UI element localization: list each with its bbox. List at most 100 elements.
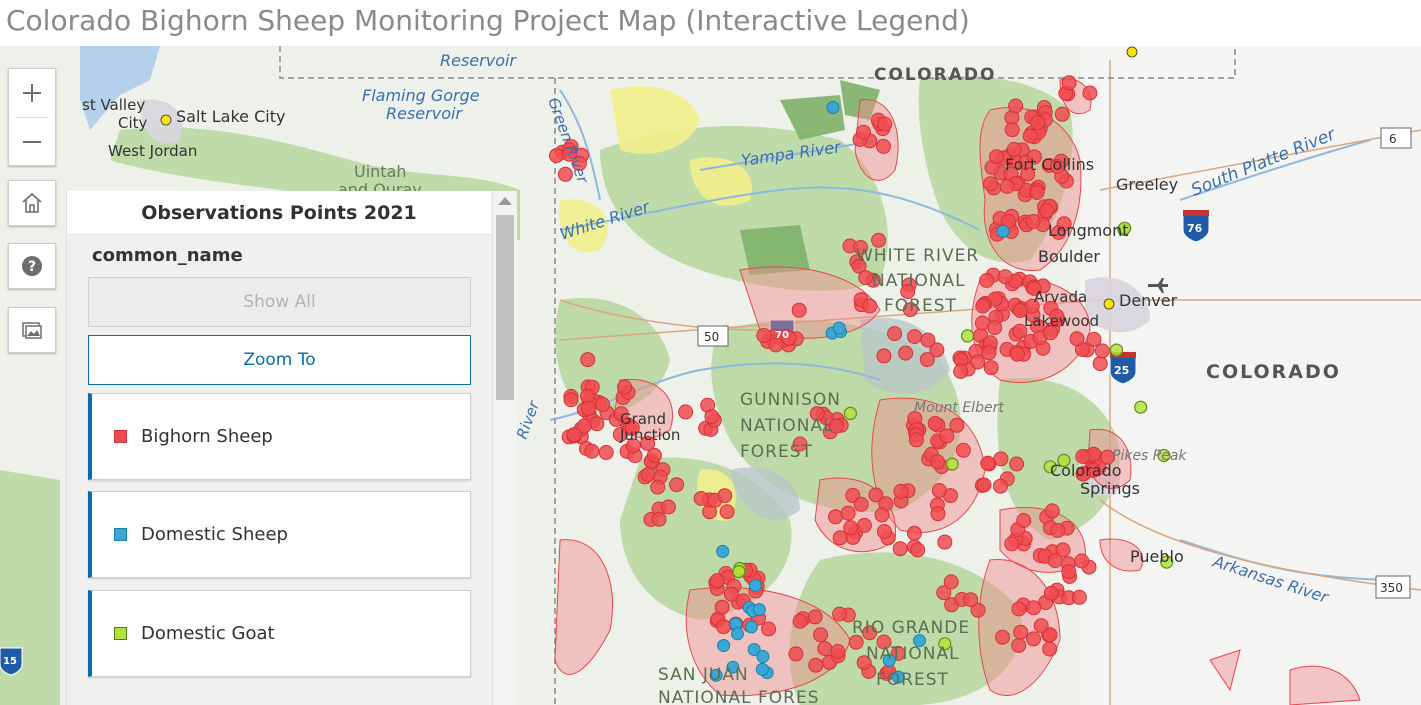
observation-point[interactable] xyxy=(1011,601,1027,617)
observation-point[interactable] xyxy=(949,417,965,433)
observation-point[interactable] xyxy=(898,345,914,361)
observation-point[interactable] xyxy=(1039,203,1055,219)
observation-point[interactable] xyxy=(908,432,924,448)
observation-point[interactable] xyxy=(876,524,892,539)
observation-point[interactable] xyxy=(589,416,605,432)
observation-point[interactable] xyxy=(807,609,823,625)
zoom-out-button[interactable] xyxy=(9,118,55,166)
observation-point[interactable] xyxy=(791,302,807,318)
observation-point[interactable] xyxy=(943,574,959,590)
observation-point[interactable] xyxy=(983,176,999,192)
observation-point[interactable] xyxy=(761,621,777,637)
observation-point[interactable] xyxy=(1094,343,1110,359)
observation-point[interactable] xyxy=(996,224,1010,238)
observation-point[interactable] xyxy=(1054,106,1070,122)
observation-point[interactable] xyxy=(970,354,986,370)
observation-point[interactable] xyxy=(893,483,909,499)
observation-point[interactable] xyxy=(931,483,947,498)
observation-point[interactable] xyxy=(876,348,892,364)
observation-point[interactable] xyxy=(832,530,848,546)
observation-point[interactable] xyxy=(1042,641,1058,657)
observation-point[interactable] xyxy=(983,360,999,376)
observation-point[interactable] xyxy=(843,520,859,536)
observation-point[interactable] xyxy=(563,392,579,408)
observation-point[interactable] xyxy=(906,525,922,541)
observation-point[interactable] xyxy=(930,506,946,522)
observation-point[interactable] xyxy=(975,298,991,314)
observation-point[interactable] xyxy=(792,613,808,629)
help-button[interactable]: ? xyxy=(8,243,56,289)
observation-point[interactable] xyxy=(1047,553,1063,569)
observation-point[interactable] xyxy=(1008,98,1024,114)
observation-point[interactable] xyxy=(719,504,735,520)
observation-point[interactable] xyxy=(748,579,762,592)
observation-point[interactable] xyxy=(1013,624,1029,640)
observation-point[interactable] xyxy=(580,401,596,416)
observation-point[interactable] xyxy=(598,445,614,460)
observation-point[interactable] xyxy=(840,505,856,521)
observation-point[interactable] xyxy=(927,416,943,431)
observation-point[interactable] xyxy=(1026,631,1041,647)
observation-point[interactable] xyxy=(813,627,829,643)
observation-point[interactable] xyxy=(828,509,843,525)
observation-point[interactable] xyxy=(907,329,922,345)
observation-point[interactable] xyxy=(930,454,946,470)
observation-point[interactable] xyxy=(960,329,975,343)
observation-point[interactable] xyxy=(979,273,995,288)
observation-point[interactable] xyxy=(1030,115,1046,131)
observation-point[interactable] xyxy=(1026,600,1042,616)
observation-point[interactable] xyxy=(892,541,908,557)
observation-point[interactable] xyxy=(732,564,746,579)
observation-point[interactable] xyxy=(756,328,772,343)
observation-point[interactable] xyxy=(716,619,732,635)
observation-point[interactable] xyxy=(817,641,833,656)
home-button[interactable] xyxy=(8,180,56,226)
observation-point[interactable] xyxy=(1109,343,1124,357)
observation-point[interactable] xyxy=(858,270,874,286)
observation-point[interactable] xyxy=(669,477,685,493)
basemap-gallery-button[interactable] xyxy=(8,307,56,353)
observation-point[interactable] xyxy=(955,442,971,458)
show-all-button[interactable]: Show All xyxy=(88,277,471,327)
observation-point[interactable] xyxy=(843,406,858,420)
observation-point[interactable] xyxy=(832,321,846,335)
observation-point[interactable] xyxy=(1092,356,1108,372)
observation-point[interactable] xyxy=(876,138,891,154)
observation-point[interactable] xyxy=(640,467,656,483)
observation-point[interactable] xyxy=(731,627,744,641)
scrollbar-thumb[interactable] xyxy=(496,215,514,400)
observation-point[interactable] xyxy=(995,629,1011,645)
observation-point[interactable] xyxy=(678,404,694,420)
observation-point[interactable] xyxy=(755,662,769,676)
observation-point[interactable] xyxy=(997,269,1013,285)
observation-point[interactable] xyxy=(939,428,955,444)
observation-point[interactable] xyxy=(549,148,564,164)
observation-point[interactable] xyxy=(717,488,733,504)
observation-point[interactable] xyxy=(981,345,997,361)
observation-point[interactable] xyxy=(862,298,878,314)
observation-point[interactable] xyxy=(1011,637,1027,653)
observation-point[interactable] xyxy=(1061,75,1077,91)
observation-point[interactable] xyxy=(937,534,953,550)
observation-point[interactable] xyxy=(1082,85,1098,101)
legend-scrollbar[interactable] xyxy=(492,191,517,705)
observation-point[interactable] xyxy=(980,455,996,471)
observation-point[interactable] xyxy=(919,352,935,368)
observation-point[interactable] xyxy=(1033,618,1049,634)
observation-point[interactable] xyxy=(1134,400,1148,414)
observation-point[interactable] xyxy=(989,149,1004,165)
observation-point[interactable] xyxy=(1016,513,1032,528)
observation-point[interactable] xyxy=(999,179,1015,194)
observation-point[interactable] xyxy=(1022,128,1038,144)
observation-point[interactable] xyxy=(945,457,959,471)
observation-point[interactable] xyxy=(723,586,739,602)
observation-point[interactable] xyxy=(874,507,890,523)
observation-point[interactable] xyxy=(704,409,720,425)
observation-point[interactable] xyxy=(856,517,872,533)
observation-point[interactable] xyxy=(920,332,936,348)
observation-point[interactable] xyxy=(566,427,582,443)
observation-point[interactable] xyxy=(714,599,730,615)
observation-point[interactable] xyxy=(580,352,596,368)
observation-point[interactable] xyxy=(1069,331,1085,347)
observation-point[interactable] xyxy=(963,592,979,608)
